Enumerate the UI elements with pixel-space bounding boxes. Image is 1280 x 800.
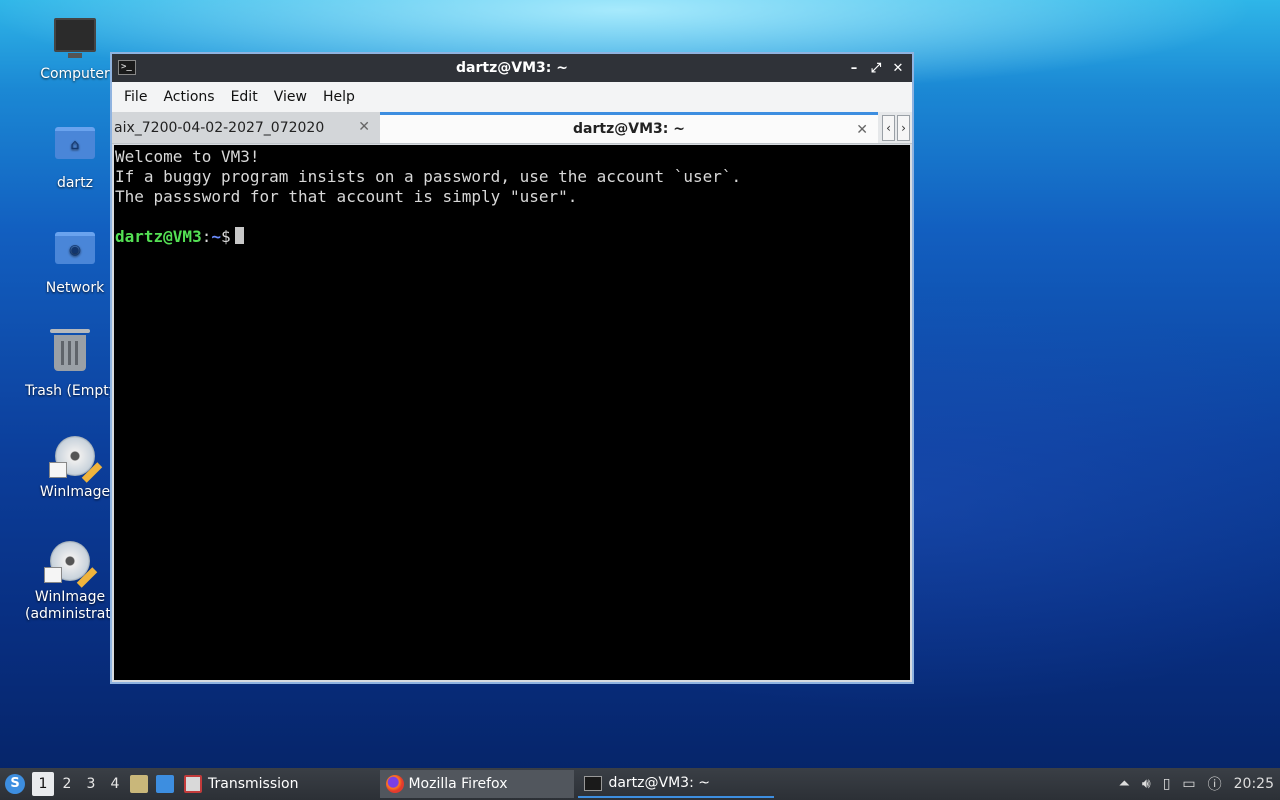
- show-desktop-launcher[interactable]: [152, 770, 178, 798]
- firefox-icon: [386, 775, 405, 793]
- prompt-path: ~: [211, 227, 221, 246]
- tab-scroll-left-icon[interactable]: ‹: [882, 115, 895, 141]
- text-cursor: [234, 227, 244, 244]
- workspace-3[interactable]: 3: [80, 772, 102, 796]
- terminal-window[interactable]: >_ dartz@VM3: ~ – ⤢ ✕ File Actions Edit …: [110, 52, 914, 684]
- close-button[interactable]: ✕: [888, 58, 908, 78]
- desktop-icon-label: Trash (Empty): [25, 383, 115, 399]
- terminal-line: The passsword for that account is simply…: [115, 187, 578, 206]
- terminal-icon: >_: [118, 60, 136, 75]
- tab-label: aix_7200-04-02-2027_072020: [114, 119, 325, 136]
- desktop-icon-label: WinImage (administrator): [25, 589, 115, 622]
- workspace-2[interactable]: 2: [56, 772, 78, 796]
- workspace-4[interactable]: 4: [104, 772, 126, 796]
- menu-actions[interactable]: Actions: [155, 89, 222, 105]
- taskbar: S 1 2 3 4 Transmission Mozilla Firefox d…: [0, 768, 1280, 800]
- menu-help[interactable]: Help: [315, 89, 363, 105]
- tab-label: dartz@VM3: ~: [573, 121, 685, 137]
- home-folder-icon: ⌂: [53, 127, 97, 171]
- transmission-launcher[interactable]: Transmission: [178, 770, 304, 798]
- winimage-admin-icon: [44, 541, 98, 588]
- tab-bar: aix_7200-04-02-2027_072020 ✕ dartz@VM3: …: [112, 112, 912, 144]
- file-manager-launcher[interactable]: [126, 770, 152, 798]
- window-title: dartz@VM3: ~: [456, 60, 568, 76]
- menu-view[interactable]: View: [266, 89, 315, 105]
- terminal-line: Welcome to VM3!: [115, 147, 260, 166]
- trash-icon: [48, 329, 92, 379]
- network-icon[interactable]: ▭: [1182, 776, 1195, 792]
- clock[interactable]: 20:25: [1234, 776, 1274, 792]
- system-tray: ⏶ 🔊︎ ▯ ▭ ⓘ 20:25: [1113, 768, 1280, 800]
- maximize-button[interactable]: ⤢: [866, 58, 886, 78]
- file-manager-icon: [130, 775, 148, 793]
- tab-aix[interactable]: aix_7200-04-02-2027_072020 ✕: [112, 112, 380, 143]
- desktop-icon-winimage-admin[interactable]: WinImage (administrator): [25, 539, 115, 623]
- transmission-label: Transmission: [208, 776, 299, 792]
- lubuntu-logo-icon: S: [5, 774, 25, 794]
- tab-scroll-right-icon[interactable]: ›: [897, 115, 910, 141]
- network-folder-icon: ◉: [53, 232, 97, 276]
- terminal-line: If a buggy program insists on a password…: [115, 167, 742, 186]
- menu-file[interactable]: File: [116, 89, 155, 105]
- transmission-icon: [184, 775, 202, 793]
- tab-close-icon[interactable]: ✕: [856, 122, 868, 138]
- prompt-user: dartz@VM3: [115, 227, 202, 246]
- up-arrow-icon[interactable]: ⏶: [1119, 776, 1130, 792]
- menu-edit[interactable]: Edit: [223, 89, 266, 105]
- clipboard-icon[interactable]: ▯: [1163, 776, 1171, 792]
- start-menu-button[interactable]: S: [0, 768, 30, 800]
- update-icon[interactable]: ⓘ: [1208, 774, 1222, 794]
- task-label: Mozilla Firefox: [408, 776, 508, 792]
- terminal-output[interactable]: Welcome to VM3! If a buggy program insist…: [114, 145, 910, 680]
- menu-bar: File Actions Edit View Help: [112, 82, 912, 112]
- window-titlebar[interactable]: >_ dartz@VM3: ~ – ⤢ ✕: [112, 54, 912, 82]
- show-desktop-icon: [156, 775, 174, 793]
- task-label: dartz@VM3: ~: [608, 775, 710, 791]
- tab-dartz[interactable]: dartz@VM3: ~ ✕: [380, 112, 878, 143]
- volume-icon[interactable]: 🔊︎: [1142, 776, 1151, 792]
- task-terminal[interactable]: dartz@VM3: ~: [578, 770, 775, 798]
- desktop-icon-trash[interactable]: Trash (Empty): [25, 329, 115, 400]
- computer-icon: [53, 18, 97, 62]
- terminal-icon: [584, 775, 603, 791]
- task-firefox[interactable]: Mozilla Firefox: [380, 770, 575, 798]
- winimage-icon: [49, 436, 103, 483]
- workspace-1[interactable]: 1: [32, 772, 54, 796]
- terminal-prompt: dartz@VM3:~$: [115, 227, 909, 247]
- tab-close-icon[interactable]: ✕: [358, 119, 370, 135]
- prompt-symbol: $: [220, 227, 231, 246]
- prompt-sep: :: [201, 227, 212, 246]
- minimize-button[interactable]: –: [844, 58, 864, 78]
